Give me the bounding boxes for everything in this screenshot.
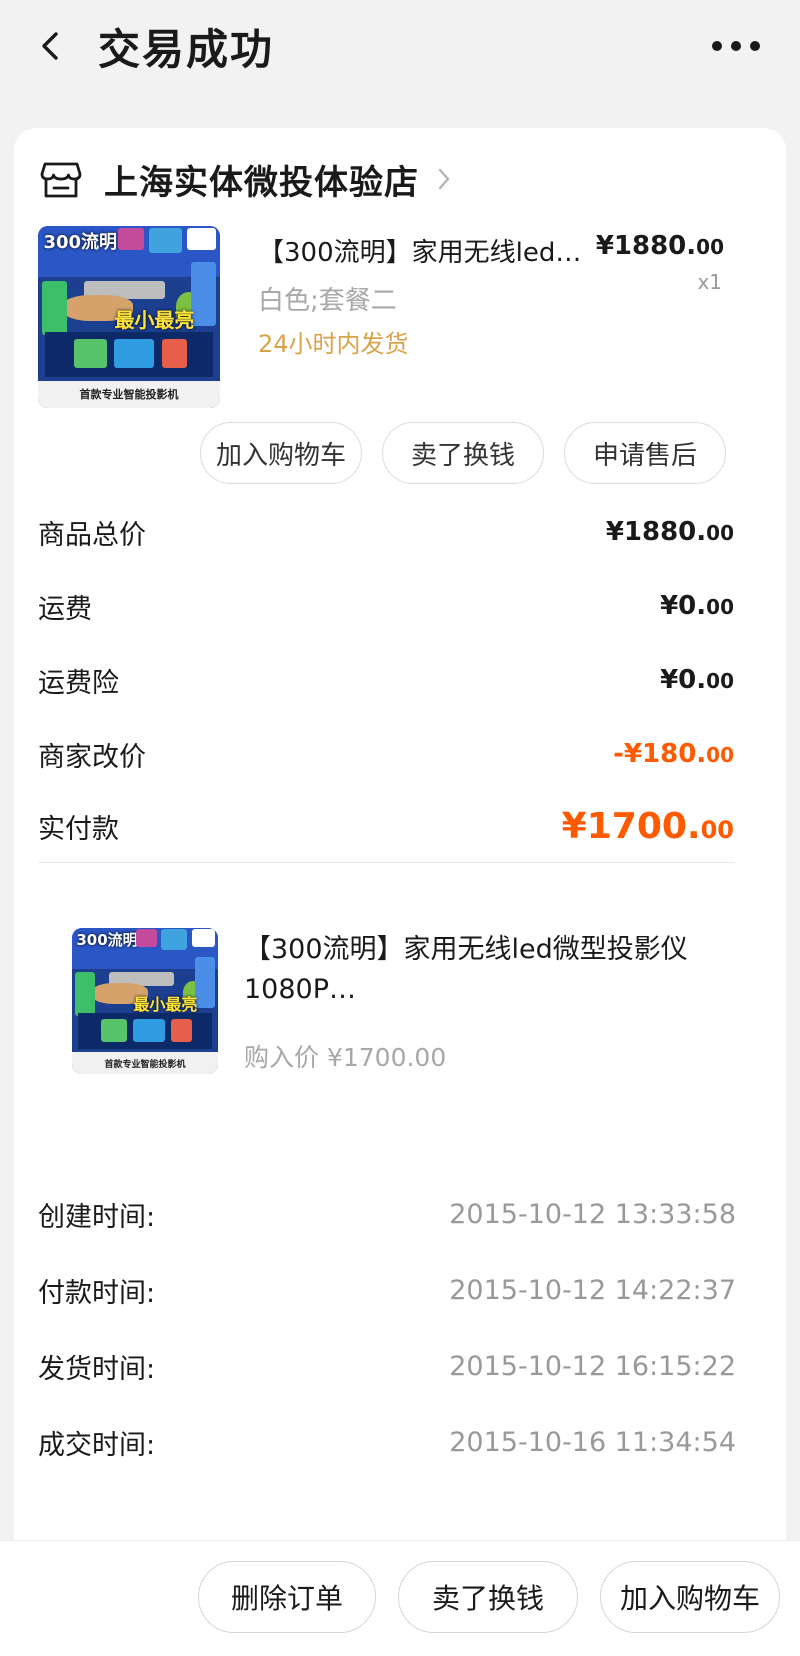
amount-main: ¥0.	[660, 665, 707, 695]
summary-label: 商家改价	[38, 741, 146, 773]
image-tile	[114, 338, 155, 368]
amount-main: ¥1700.	[561, 805, 701, 847]
sell-for-cash-button[interactable]: 卖了换钱	[398, 1561, 578, 1633]
store-icon	[40, 162, 82, 198]
chevron-right-icon	[438, 168, 450, 190]
summary-label: 运费	[38, 593, 92, 625]
add-to-cart-button[interactable]: 加入购物车	[600, 1561, 780, 1633]
summary-row-price-adjustment: 商家改价 -¥180.00	[38, 734, 734, 774]
image-tile	[187, 227, 217, 250]
back-arrow-icon	[42, 32, 58, 60]
top-nav-bar: 交易成功	[0, 0, 800, 96]
shop-header[interactable]: 上海实体微投体验店	[40, 154, 451, 204]
amount-main: ¥0.	[660, 591, 707, 621]
price-decimal: 00	[696, 235, 724, 259]
after-sales-button[interactable]: 申请售后	[564, 422, 726, 484]
amount-decimal: 00	[706, 595, 734, 619]
time-label: 创建时间:	[38, 1201, 156, 1233]
time-row-paid: 付款时间: 2015-10-12 14:22:37	[38, 1270, 736, 1310]
image-tile	[133, 1018, 166, 1042]
product-name[interactable]: 【300流明】家用无线led…	[258, 232, 581, 269]
image-tile	[194, 957, 216, 1009]
image-slogan-text: 最小最亮	[114, 308, 195, 333]
sell-for-cash-button[interactable]: 卖了换钱	[382, 422, 544, 484]
summary-amount: ¥1880.00	[606, 517, 734, 547]
time-value: 2015-10-16 11:34:54	[449, 1426, 736, 1458]
summary-row-shipping: 运费 ¥0.00	[38, 586, 734, 626]
bottom-action-bar: 删除订单 卖了换钱 加入购物车	[0, 1540, 800, 1656]
snapshot-product-name[interactable]: 【300流明】家用无线led微型投影仪1080P…	[244, 930, 714, 1010]
amount-main: -¥180.	[613, 739, 707, 769]
summary-amount: -¥180.00	[613, 739, 734, 769]
summary-row-shipping-insurance: 运费险 ¥0.00	[38, 660, 734, 700]
image-tile	[118, 227, 144, 250]
product-price: ¥1880.00	[596, 231, 724, 261]
image-tile	[161, 338, 188, 368]
time-row-shipped: 发货时间: 2015-10-12 16:15:22	[38, 1346, 736, 1386]
image-tile	[171, 1018, 192, 1042]
page-title: 交易成功	[98, 25, 275, 74]
more-dot-icon	[712, 41, 722, 51]
product-spec: 白色;套餐二	[258, 286, 397, 316]
image-caption-text: 首款专业智能投影机	[79, 388, 179, 402]
amount-decimal: 00	[706, 669, 734, 693]
image-tile	[74, 338, 108, 368]
time-value: 2015-10-12 14:22:37	[449, 1274, 736, 1306]
image-tile	[101, 1018, 128, 1042]
image-tile	[191, 929, 216, 947]
image-caption-bar: 首款专业智能投影机	[72, 1052, 218, 1074]
amount-decimal: 00	[700, 815, 734, 844]
more-dot-icon	[731, 41, 741, 51]
snapshot-product-image[interactable]: 300流明 最小最亮 首款专业智能投影机	[72, 928, 218, 1074]
time-row-completed: 成交时间: 2015-10-16 11:34:54	[38, 1422, 736, 1462]
order-card: 上海实体微投体验店 300流明 最小最亮 首款专业智能投影机 【300流明】家用…	[14, 128, 786, 1656]
image-caption-text: 首款专业智能投影机	[104, 1059, 186, 1070]
shop-name: 上海实体微投体验店	[104, 162, 419, 203]
paid-amount: ¥1700.00	[562, 806, 734, 847]
time-label: 发货时间:	[38, 1353, 156, 1385]
summary-amount: ¥0.00	[660, 665, 734, 695]
delete-order-button[interactable]: 删除订单	[198, 1561, 376, 1633]
product-image[interactable]: 300流明 最小最亮 首款专业智能投影机	[38, 226, 220, 408]
summary-row-subtotal: 商品总价 ¥1880.00	[38, 512, 734, 552]
time-row-created: 创建时间: 2015-10-12 13:33:58	[38, 1194, 736, 1234]
image-tile	[190, 262, 217, 327]
image-tile	[41, 280, 68, 336]
image-badge-text: 300流明	[76, 931, 138, 950]
image-caption-bar: 首款专业智能投影机	[38, 380, 220, 408]
image-tile	[149, 227, 182, 254]
more-dot-icon	[750, 41, 760, 51]
summary-label: 商品总价	[38, 519, 146, 551]
amount-main: ¥1880.	[605, 517, 707, 547]
time-value: 2015-10-12 13:33:58	[449, 1198, 736, 1230]
amount-decimal: 00	[706, 743, 734, 767]
summary-label: 运费险	[38, 667, 119, 699]
image-tile	[74, 971, 96, 1016]
time-value: 2015-10-12 16:15:22	[449, 1350, 736, 1382]
product-quantity: x1	[697, 270, 722, 294]
summary-label: 实付款	[38, 813, 119, 845]
image-tile	[136, 929, 157, 947]
snapshot-purchase-price: 购入价 ¥1700.00	[244, 1043, 447, 1072]
image-badge-text: 300流明	[43, 231, 118, 253]
time-label: 成交时间:	[38, 1429, 156, 1461]
more-options-button[interactable]	[712, 34, 760, 58]
shipping-promise: 24小时内发货	[258, 330, 409, 358]
add-to-cart-button[interactable]: 加入购物车	[200, 422, 362, 484]
image-slogan-text: 最小最亮	[133, 994, 198, 1014]
summary-amount: ¥0.00	[660, 591, 734, 621]
image-tile	[161, 929, 188, 950]
divider	[38, 862, 734, 863]
summary-row-paid: 实付款 ¥1700.00	[38, 806, 734, 847]
time-label: 付款时间:	[38, 1277, 156, 1309]
back-button[interactable]	[30, 22, 70, 70]
amount-decimal: 00	[706, 521, 734, 545]
price-main: ¥1880.	[595, 231, 697, 261]
